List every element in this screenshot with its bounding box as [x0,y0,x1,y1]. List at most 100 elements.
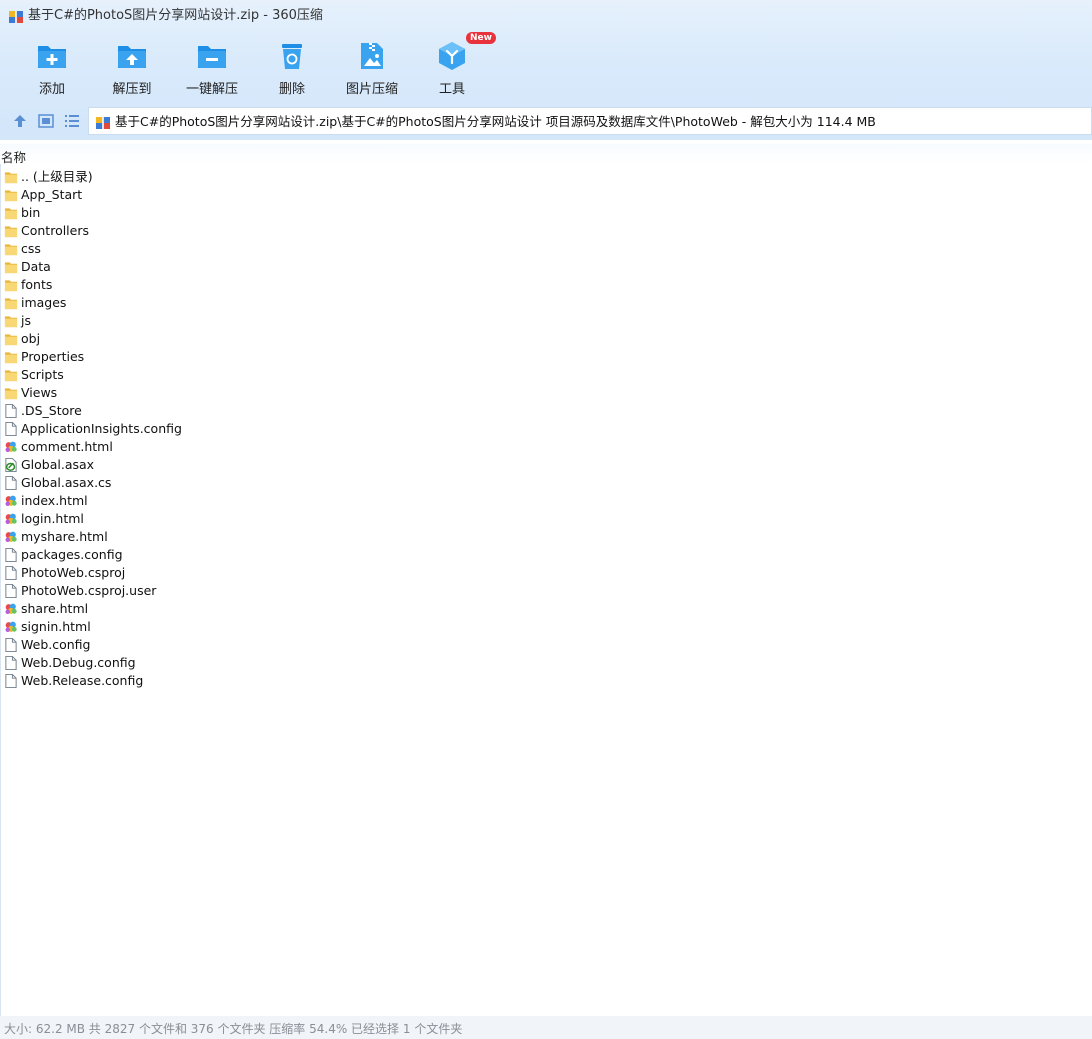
up-arrow-icon[interactable] [11,112,29,130]
folder-row[interactable]: Scripts [0,366,300,384]
file-name: css [21,241,41,256]
file-name: js [21,313,31,328]
folder-row[interactable]: bin [0,204,300,222]
window-title: 基于C#的PhotoS图片分享网站设计.zip - 360压缩 [28,8,323,23]
file-row[interactable]: index.html [0,492,300,510]
toolbar: 添加 解压到 一键解压 删除 图片压缩 New 工具 [12,32,496,100]
delete-button[interactable]: 删除 [252,34,332,100]
thumbnail-view-icon[interactable] [37,112,55,130]
navigation-row: 基于C#的PhotoS图片分享网站设计.zip\基于C#的PhotoS图片分享网… [0,106,1092,136]
file-name: packages.config [21,547,123,562]
folder-icon [4,334,18,346]
file-name: Scripts [21,367,64,382]
status-bar: 大小: 62.2 MB 共 2827 个文件和 376 个文件夹 压缩率 54.… [0,1016,1092,1039]
document-icon [5,584,17,598]
document-icon [5,476,17,490]
file-row[interactable]: login.html [0,510,300,528]
folder-row[interactable]: App_Start [0,186,300,204]
address-bar[interactable]: 基于C#的PhotoS图片分享网站设计.zip\基于C#的PhotoS图片分享网… [88,107,1092,135]
file-row[interactable]: signin.html [0,618,300,636]
document-icon [5,404,17,418]
new-badge: New [466,32,496,44]
file-name: signin.html [21,619,91,634]
file-name: fonts [21,277,53,292]
file-row[interactable]: PhotoWeb.csproj [0,564,300,582]
add-button[interactable]: 添加 [12,34,92,100]
file-row[interactable]: Web.Release.config [0,672,300,690]
title-bar: 基于C#的PhotoS图片分享网站设计.zip - 360压缩 [0,0,1092,32]
html-file-icon [5,513,17,525]
archive-icon [9,11,23,23]
file-row[interactable]: share.html [0,600,300,618]
html-file-icon [5,603,17,615]
file-row[interactable]: ApplicationInsights.config [0,420,300,438]
file-name: Web.Debug.config [21,655,136,670]
file-row[interactable]: myshare.html [0,528,300,546]
file-name: .. (上级目录) [21,169,93,184]
folder-row[interactable]: Controllers [0,222,300,240]
file-name: App_Start [21,187,83,202]
file-name: PhotoWeb.csproj [21,565,126,580]
folder-icon [4,208,18,220]
one-click-extract-button[interactable]: 一键解压 [172,34,252,100]
tools-button[interactable]: New 工具 [412,32,496,100]
address-path: 基于C#的PhotoS图片分享网站设计.zip\基于C#的PhotoS图片分享网… [115,114,876,129]
folder-row[interactable]: obj [0,330,300,348]
folder-row[interactable]: .. (上级目录) [0,168,300,186]
file-name: Properties [21,349,85,364]
extract-to-label: 解压到 [112,82,152,97]
folder-row[interactable]: Data [0,258,300,276]
add-folder-icon [38,46,66,68]
list-view-icon[interactable] [63,112,81,130]
column-header: 名称 [0,144,1092,166]
document-icon [5,638,17,652]
status-text: 大小: 62.2 MB 共 2827 个文件和 376 个文件夹 压缩率 54.… [4,1022,463,1036]
file-name: Controllers [21,223,89,238]
file-name: share.html [21,601,89,616]
folder-icon [4,352,18,364]
folder-row[interactable]: css [0,240,300,258]
file-row[interactable]: packages.config [0,546,300,564]
file-name: comment.html [21,439,113,454]
document-icon [5,674,17,688]
file-row[interactable]: Web.config [0,636,300,654]
extract-to-button[interactable]: 解压到 [92,34,172,100]
folder-row[interactable]: fonts [0,276,300,294]
folder-icon [4,262,18,274]
folder-row[interactable]: images [0,294,300,312]
file-row[interactable]: comment.html [0,438,300,456]
document-icon [5,566,17,580]
file-name: index.html [21,493,88,508]
file-row[interactable]: .DS_Store [0,402,300,420]
folder-icon [4,298,18,310]
html-file-icon [5,621,17,633]
file-name: PhotoWeb.csproj.user [21,583,157,598]
add-label: 添加 [38,82,65,97]
folder-row[interactable]: Properties [0,348,300,366]
file-name: Global.asax.cs [21,475,112,490]
folder-icon [4,226,18,238]
folder-row[interactable]: Views [0,384,300,402]
delete-bin-icon [282,44,302,69]
archive-window: 基于C#的PhotoS图片分享网站设计.zip - 360压缩 添加 解压到 一… [0,0,1092,1039]
file-name: Data [21,259,51,274]
file-name: myshare.html [21,529,108,544]
folder-row[interactable]: js [0,312,300,330]
extract-to-folder-icon [118,46,146,68]
one-click-extract-icon [198,46,226,68]
document-icon [5,422,17,436]
file-row[interactable]: Global.asax.cs [0,474,300,492]
folder-icon [4,190,18,202]
file-row[interactable]: Web.Debug.config [0,654,300,672]
image-compress-button[interactable]: 图片压缩 [332,34,412,100]
file-name: login.html [21,511,84,526]
delete-label: 删除 [278,82,305,97]
file-name: images [21,295,67,310]
file-name: .DS_Store [21,403,82,418]
file-row[interactable]: Global.asax [0,456,300,474]
document-icon [5,548,17,562]
header-region: 基于C#的PhotoS图片分享网站设计.zip - 360压缩 添加 解压到 一… [0,0,1092,140]
file-name: Global.asax [21,457,95,472]
file-row[interactable]: PhotoWeb.csproj.user [0,582,300,600]
name-column-header[interactable]: 名称 [1,147,26,166]
